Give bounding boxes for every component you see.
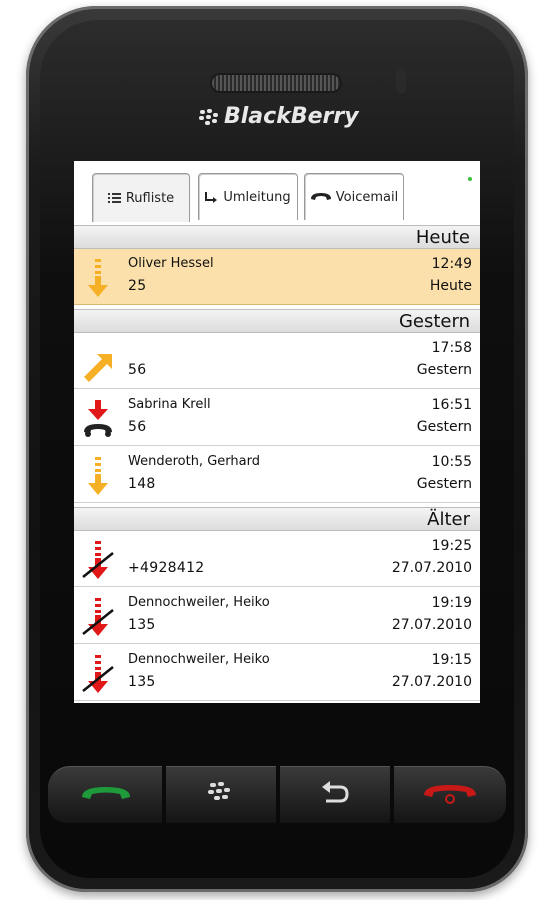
call-time: 16:51: [431, 397, 472, 413]
caller-name: Wenderoth, Gerhard: [128, 454, 260, 469]
call-time: 10:55: [431, 454, 472, 470]
voicemail-icon: [310, 193, 331, 200]
light-sensor: [396, 68, 406, 94]
call-date: Gestern: [416, 476, 472, 492]
call-row[interactable]: Dennochweiler, Heiko 135 19:15 27.07.201…: [74, 645, 480, 701]
caller-number: 148: [128, 476, 156, 492]
green-phone-icon: [82, 787, 130, 799]
end-call-button[interactable]: [394, 766, 506, 823]
tab-rufliste[interactable]: Rufliste: [92, 173, 190, 222]
missed-call-icon: [82, 541, 114, 579]
section-header-today: Heute: [74, 225, 480, 249]
caller-number: 135: [128, 674, 156, 690]
brand-name: BlackBerry: [224, 104, 359, 129]
call-date: 27.07.2010: [391, 674, 472, 690]
tab-label: Rufliste: [125, 190, 175, 206]
call-row[interactable]: +4928412 19:25 27.07.2010: [74, 531, 480, 587]
tab-bar: Rufliste Umleitung Voicemail: [74, 161, 480, 223]
caller-number: 25: [128, 278, 147, 294]
missed-call-icon: [82, 655, 114, 693]
call-date: 27.07.2010: [391, 560, 472, 576]
blackberry-menu-icon: [208, 782, 230, 800]
caller-number: +4928412: [128, 560, 205, 576]
incoming-call-icon: [88, 259, 108, 297]
missed-call-icon: [82, 598, 114, 636]
send-call-button[interactable]: [48, 766, 162, 823]
back-button[interactable]: [280, 766, 390, 823]
red-end-call-icon: [424, 785, 476, 804]
caller-name: Sabrina Krell: [128, 397, 211, 412]
call-time: 12:49: [431, 256, 472, 272]
call-time: 19:25: [431, 538, 472, 554]
section-header-older: Älter: [74, 507, 480, 531]
screen: Rufliste Umleitung Voicemail Heute Olive…: [74, 161, 480, 703]
outgoing-call-icon: [84, 354, 112, 382]
call-row[interactable]: Oliver Hessel 25 12:49 Heute: [74, 249, 480, 305]
connection-status-dot: [468, 177, 472, 181]
caller-number: 56: [128, 362, 147, 378]
call-date: Gestern: [416, 419, 472, 435]
call-time: 19:19: [431, 595, 472, 611]
call-date: Gestern: [416, 362, 472, 378]
earpiece-speaker: [212, 75, 340, 91]
blackberry-logo-icon: [198, 108, 218, 128]
call-time: 17:58: [431, 340, 472, 356]
call-row[interactable]: 56 17:58 Gestern: [74, 333, 480, 389]
menu-button[interactable]: [166, 766, 276, 823]
call-date: 27.07.2010: [391, 617, 472, 633]
call-row[interactable]: Wenderoth, Gerhard 148 10:55 Gestern: [74, 447, 480, 503]
incoming-call-icon: [88, 457, 108, 495]
call-row[interactable]: Sabrina Krell 56 16:51 Gestern: [74, 390, 480, 446]
tab-voicemail[interactable]: Voicemail: [304, 173, 404, 220]
forward-icon: [205, 192, 218, 203]
caller-name: Dennochweiler, Heiko: [128, 652, 270, 667]
caller-number: 135: [128, 617, 156, 633]
back-arrow-icon: [322, 781, 349, 803]
caller-name: Dennochweiler, Heiko: [128, 595, 270, 610]
incoming-hangup-icon: [84, 400, 112, 437]
list-icon: [107, 193, 121, 203]
call-row[interactable]: Dennochweiler, Heiko 135 19:19 27.07.201…: [74, 588, 480, 644]
section-header-yesterday: Gestern: [74, 309, 480, 333]
tab-label: Umleitung: [223, 189, 291, 205]
call-date: Heute: [429, 278, 472, 294]
hardware-button-bar: [48, 766, 506, 823]
tab-label: Voicemail: [335, 189, 399, 205]
caller-number: 56: [128, 419, 147, 435]
caller-name: Oliver Hessel: [128, 256, 214, 271]
tab-umleitung[interactable]: Umleitung: [198, 173, 298, 220]
call-time: 19:15: [431, 652, 472, 668]
